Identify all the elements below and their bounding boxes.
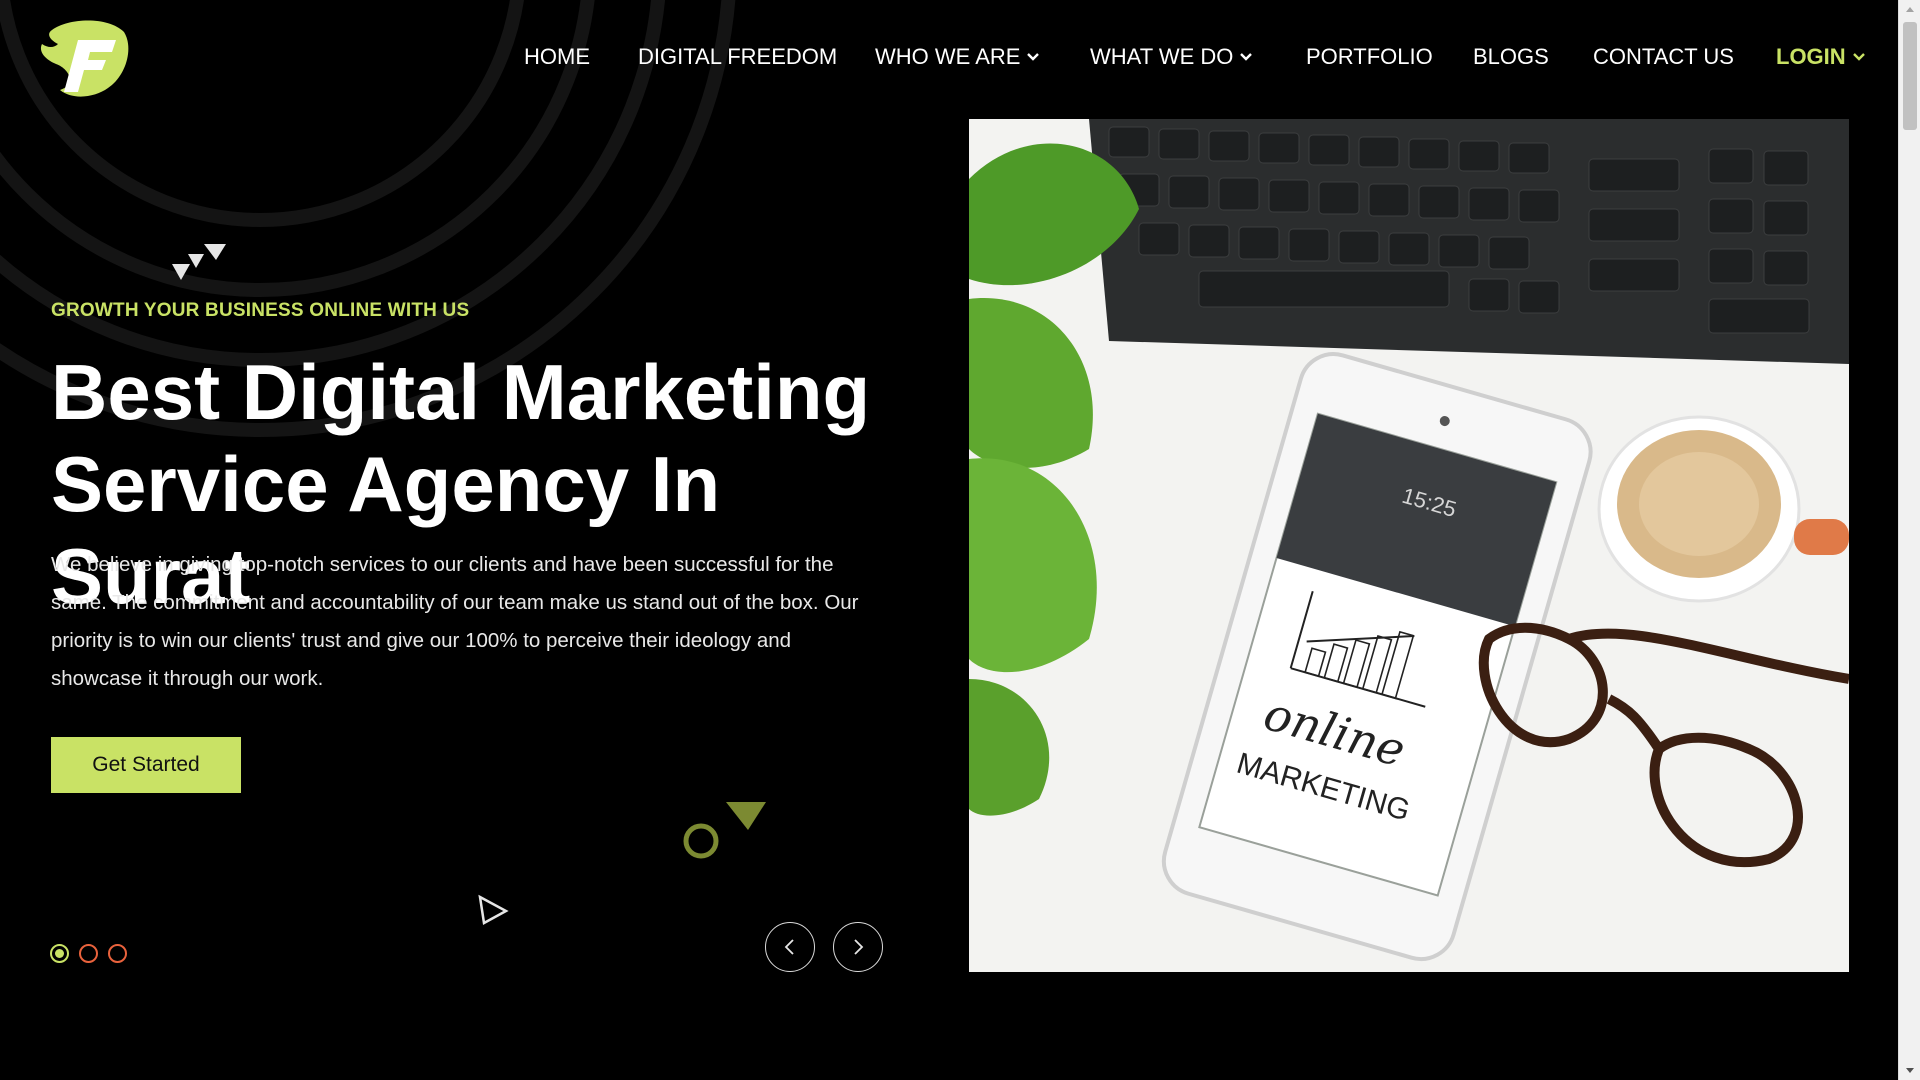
scroll-down-icon[interactable] xyxy=(1904,1064,1916,1076)
chevron-left-icon xyxy=(784,939,794,955)
slider-dot-1[interactable] xyxy=(50,944,69,963)
nav-what-we-do-label: WHAT WE DO xyxy=(1090,44,1234,69)
site-header: HOME DIGITAL FREEDOM WHO WE ARE WHAT WE … xyxy=(0,0,1898,115)
slider-prev-button[interactable] xyxy=(765,922,815,972)
nav-blogs[interactable]: BLOGS xyxy=(1473,40,1549,74)
nav-who-we-are-label: WHO WE ARE xyxy=(875,44,1021,69)
hero-image: 15:25 online MARKETING xyxy=(969,119,1849,972)
nav-login[interactable]: LOGIN xyxy=(1776,40,1866,74)
scroll-up-icon[interactable] xyxy=(1904,4,1916,16)
slider-dot-2[interactable] xyxy=(79,944,98,963)
slider-dot-3[interactable] xyxy=(108,944,127,963)
slider-pagination xyxy=(50,944,127,963)
decorative-circle-triangle-icon xyxy=(683,802,766,859)
nav-contact-us-label: CONTACT US xyxy=(1593,44,1734,69)
chevron-down-icon xyxy=(1852,53,1865,61)
nav-login-label: LOGIN xyxy=(1776,44,1846,69)
hero-illustration: 15:25 online MARKETING xyxy=(969,119,1849,972)
nav-home[interactable]: HOME xyxy=(524,40,590,74)
chevron-right-icon xyxy=(854,939,864,955)
nav-home-label: HOME xyxy=(524,44,590,69)
nav-contact-us[interactable]: CONTACT US xyxy=(1593,40,1734,74)
chevron-down-icon xyxy=(1027,53,1040,61)
decorative-outline-triangle-icon xyxy=(478,894,509,925)
chevron-down-icon xyxy=(1240,53,1253,61)
hero-eyebrow: GROWTH YOUR BUSINESS ONLINE WITH US xyxy=(51,300,470,321)
nav-what-we-do[interactable]: WHAT WE DO xyxy=(1090,40,1253,74)
page-scrollbar[interactable] xyxy=(1898,0,1920,1080)
decorative-triangles-icon xyxy=(172,244,226,280)
main-nav: HOME DIGITAL FREEDOM WHO WE ARE WHAT WE … xyxy=(0,40,1898,74)
hero-description: We believe in giving top-notch services … xyxy=(51,553,859,690)
scrollbar-thumb[interactable] xyxy=(1903,22,1917,130)
nav-portfolio-label: PORTFOLIO xyxy=(1306,44,1433,69)
nav-who-we-are[interactable]: WHO WE ARE xyxy=(875,40,1040,74)
get-started-button[interactable]: Get Started xyxy=(51,737,241,793)
nav-portfolio[interactable]: PORTFOLIO xyxy=(1306,40,1433,74)
nav-blogs-label: BLOGS xyxy=(1473,44,1549,69)
nav-digital-freedom[interactable]: DIGITAL FREEDOM xyxy=(638,40,837,74)
slider-next-button[interactable] xyxy=(833,922,883,972)
hero-headline-line-1: Best Digital Marketing xyxy=(51,348,871,436)
nav-digital-freedom-label: DIGITAL FREEDOM xyxy=(638,44,838,69)
